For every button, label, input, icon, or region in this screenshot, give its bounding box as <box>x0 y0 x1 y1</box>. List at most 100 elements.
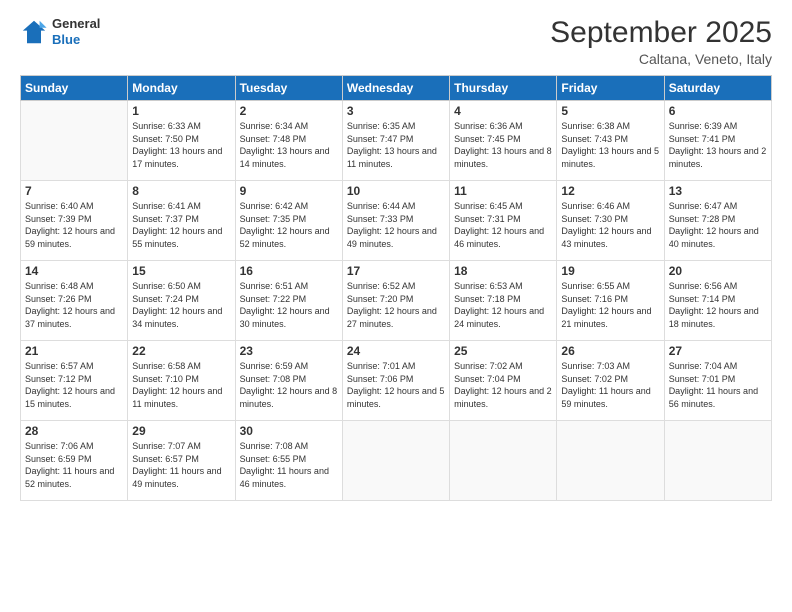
day-cell: 2Sunrise: 6:34 AM Sunset: 7:48 PM Daylig… <box>235 101 342 181</box>
day-number: 27 <box>669 344 767 358</box>
day-cell <box>450 421 557 501</box>
day-info: Sunrise: 6:48 AM Sunset: 7:26 PM Dayligh… <box>25 280 123 330</box>
day-cell: 30Sunrise: 7:08 AM Sunset: 6:55 PM Dayli… <box>235 421 342 501</box>
day-cell: 9 Sunrise: 6:42 AM Sunset: 7:35 PM Daylig… <box>235 181 342 261</box>
day-number: 18 <box>454 264 552 278</box>
subtitle: Caltana, Veneto, Italy <box>550 51 772 67</box>
day-cell: 24 Sunrise: 7:01 AM Sunset: 7:06 PM Dayli… <box>342 341 449 421</box>
day-cell: 26 Sunrise: 7:03 AM Sunset: 7:02 PM Dayli… <box>557 341 664 421</box>
day-info: Sunrise: 6:33 AM Sunset: 7:50 PM Dayligh… <box>132 120 230 170</box>
day-info: Sunrise: 7:01 AM Sunset: 7:06 PM Dayligh… <box>347 360 445 410</box>
day-cell: 16 Sunrise: 6:51 AM Sunset: 7:22 PM Dayli… <box>235 261 342 341</box>
page: General Blue September 2025 Caltana, Ven… <box>0 0 792 612</box>
day-cell: 8Sunrise: 6:41 AM Sunset: 7:37 PM Daylig… <box>128 181 235 261</box>
week-row-1: 1 Sunrise: 6:33 AM Sunset: 7:50 PM Daylig… <box>21 101 772 181</box>
day-number: 20 <box>669 264 767 278</box>
day-number: 28 <box>25 424 123 438</box>
logo-text: General Blue <box>52 16 100 47</box>
calendar-table: Sunday Monday Tuesday Wednesday Thursday… <box>20 75 772 501</box>
day-number: 8 <box>132 184 230 198</box>
header: General Blue September 2025 Caltana, Ven… <box>20 16 772 67</box>
title-block: September 2025 Caltana, Veneto, Italy <box>550 16 772 67</box>
col-monday: Monday <box>128 76 235 101</box>
day-info: Sunrise: 6:38 AM Sunset: 7:43 PM Dayligh… <box>561 120 659 170</box>
day-info: Sunrise: 6:39 AM Sunset: 7:41 PM Dayligh… <box>669 120 767 170</box>
col-wednesday: Wednesday <box>342 76 449 101</box>
day-cell: 25 Sunrise: 7:02 AM Sunset: 7:04 PM Dayli… <box>450 341 557 421</box>
week-row-5: 28 Sunrise: 7:06 AM Sunset: 6:59 PM Dayli… <box>21 421 772 501</box>
main-title: September 2025 <box>550 16 772 49</box>
day-number: 29 <box>132 424 230 438</box>
day-number: 26 <box>561 344 659 358</box>
day-cell: 5 Sunrise: 6:38 AM Sunset: 7:43 PM Daylig… <box>557 101 664 181</box>
day-number: 11 <box>454 184 552 198</box>
day-cell: 22 Sunrise: 6:58 AM Sunset: 7:10 PM Dayli… <box>128 341 235 421</box>
day-number: 7 <box>25 184 123 198</box>
day-info: Sunrise: 6:45 AM Sunset: 7:31 PM Dayligh… <box>454 200 552 250</box>
day-info: Sunrise: 6:52 AM Sunset: 7:20 PM Dayligh… <box>347 280 445 330</box>
day-info: Sunrise: 7:06 AM Sunset: 6:59 PM Dayligh… <box>25 440 123 490</box>
day-number: 25 <box>454 344 552 358</box>
day-number: 1 <box>132 104 230 118</box>
day-info: Sunrise: 6:50 AM Sunset: 7:24 PM Dayligh… <box>132 280 230 330</box>
day-cell: 27 Sunrise: 7:04 AM Sunset: 7:01 PM Dayli… <box>664 341 771 421</box>
day-cell <box>557 421 664 501</box>
day-number: 15 <box>132 264 230 278</box>
day-cell: 19Sunrise: 6:55 AM Sunset: 7:16 PM Dayli… <box>557 261 664 341</box>
day-cell <box>342 421 449 501</box>
day-number: 6 <box>669 104 767 118</box>
calendar-header: Sunday Monday Tuesday Wednesday Thursday… <box>21 76 772 101</box>
day-info: Sunrise: 6:42 AM Sunset: 7:35 PM Dayligh… <box>240 200 338 250</box>
day-cell: 29 Sunrise: 7:07 AM Sunset: 6:57 PM Dayli… <box>128 421 235 501</box>
day-cell: 15 Sunrise: 6:50 AM Sunset: 7:24 PM Dayli… <box>128 261 235 341</box>
day-info: Sunrise: 6:59 AM Sunset: 7:08 PM Dayligh… <box>240 360 338 410</box>
day-cell: 28 Sunrise: 7:06 AM Sunset: 6:59 PM Dayli… <box>21 421 128 501</box>
day-cell: 20Sunrise: 6:56 AM Sunset: 7:14 PM Dayli… <box>664 261 771 341</box>
day-info: Sunrise: 6:55 AM Sunset: 7:16 PM Dayligh… <box>561 280 659 330</box>
header-row: Sunday Monday Tuesday Wednesday Thursday… <box>21 76 772 101</box>
day-info: Sunrise: 7:07 AM Sunset: 6:57 PM Dayligh… <box>132 440 230 490</box>
day-info: Sunrise: 7:04 AM Sunset: 7:01 PM Dayligh… <box>669 360 767 410</box>
day-info: Sunrise: 6:57 AM Sunset: 7:12 PM Dayligh… <box>25 360 123 410</box>
day-number: 14 <box>25 264 123 278</box>
calendar-body: 1 Sunrise: 6:33 AM Sunset: 7:50 PM Daylig… <box>21 101 772 501</box>
day-cell <box>21 101 128 181</box>
day-number: 24 <box>347 344 445 358</box>
day-number: 9 <box>240 184 338 198</box>
day-info: Sunrise: 6:51 AM Sunset: 7:22 PM Dayligh… <box>240 280 338 330</box>
day-cell: 1 Sunrise: 6:33 AM Sunset: 7:50 PM Daylig… <box>128 101 235 181</box>
day-cell: 6 Sunrise: 6:39 AM Sunset: 7:41 PM Daylig… <box>664 101 771 181</box>
day-info: Sunrise: 6:34 AM Sunset: 7:48 PM Dayligh… <box>240 120 338 170</box>
day-cell <box>664 421 771 501</box>
day-cell: 21 Sunrise: 6:57 AM Sunset: 7:12 PM Dayli… <box>21 341 128 421</box>
day-number: 13 <box>669 184 767 198</box>
day-number: 5 <box>561 104 659 118</box>
day-info: Sunrise: 6:36 AM Sunset: 7:45 PM Dayligh… <box>454 120 552 170</box>
day-info: Sunrise: 7:02 AM Sunset: 7:04 PM Dayligh… <box>454 360 552 410</box>
col-friday: Friday <box>557 76 664 101</box>
day-cell: 17Sunrise: 6:52 AM Sunset: 7:20 PM Dayli… <box>342 261 449 341</box>
col-thursday: Thursday <box>450 76 557 101</box>
day-cell: 14 Sunrise: 6:48 AM Sunset: 7:26 PM Dayli… <box>21 261 128 341</box>
day-number: 30 <box>240 424 338 438</box>
logo-icon <box>20 18 48 46</box>
day-info: Sunrise: 7:03 AM Sunset: 7:02 PM Dayligh… <box>561 360 659 410</box>
week-row-2: 7Sunrise: 6:40 AM Sunset: 7:39 PM Daylig… <box>21 181 772 261</box>
day-info: Sunrise: 6:47 AM Sunset: 7:28 PM Dayligh… <box>669 200 767 250</box>
day-cell: 3Sunrise: 6:35 AM Sunset: 7:47 PM Daylig… <box>342 101 449 181</box>
day-info: Sunrise: 6:58 AM Sunset: 7:10 PM Dayligh… <box>132 360 230 410</box>
day-cell: 10Sunrise: 6:44 AM Sunset: 7:33 PM Dayli… <box>342 181 449 261</box>
day-number: 21 <box>25 344 123 358</box>
day-number: 22 <box>132 344 230 358</box>
col-sunday: Sunday <box>21 76 128 101</box>
day-cell: 18Sunrise: 6:53 AM Sunset: 7:18 PM Dayli… <box>450 261 557 341</box>
day-number: 4 <box>454 104 552 118</box>
week-row-4: 21 Sunrise: 6:57 AM Sunset: 7:12 PM Dayli… <box>21 341 772 421</box>
week-row-3: 14 Sunrise: 6:48 AM Sunset: 7:26 PM Dayli… <box>21 261 772 341</box>
day-number: 23 <box>240 344 338 358</box>
col-tuesday: Tuesday <box>235 76 342 101</box>
day-number: 16 <box>240 264 338 278</box>
day-number: 3 <box>347 104 445 118</box>
day-cell: 4 Sunrise: 6:36 AM Sunset: 7:45 PM Daylig… <box>450 101 557 181</box>
day-cell: 7Sunrise: 6:40 AM Sunset: 7:39 PM Daylig… <box>21 181 128 261</box>
